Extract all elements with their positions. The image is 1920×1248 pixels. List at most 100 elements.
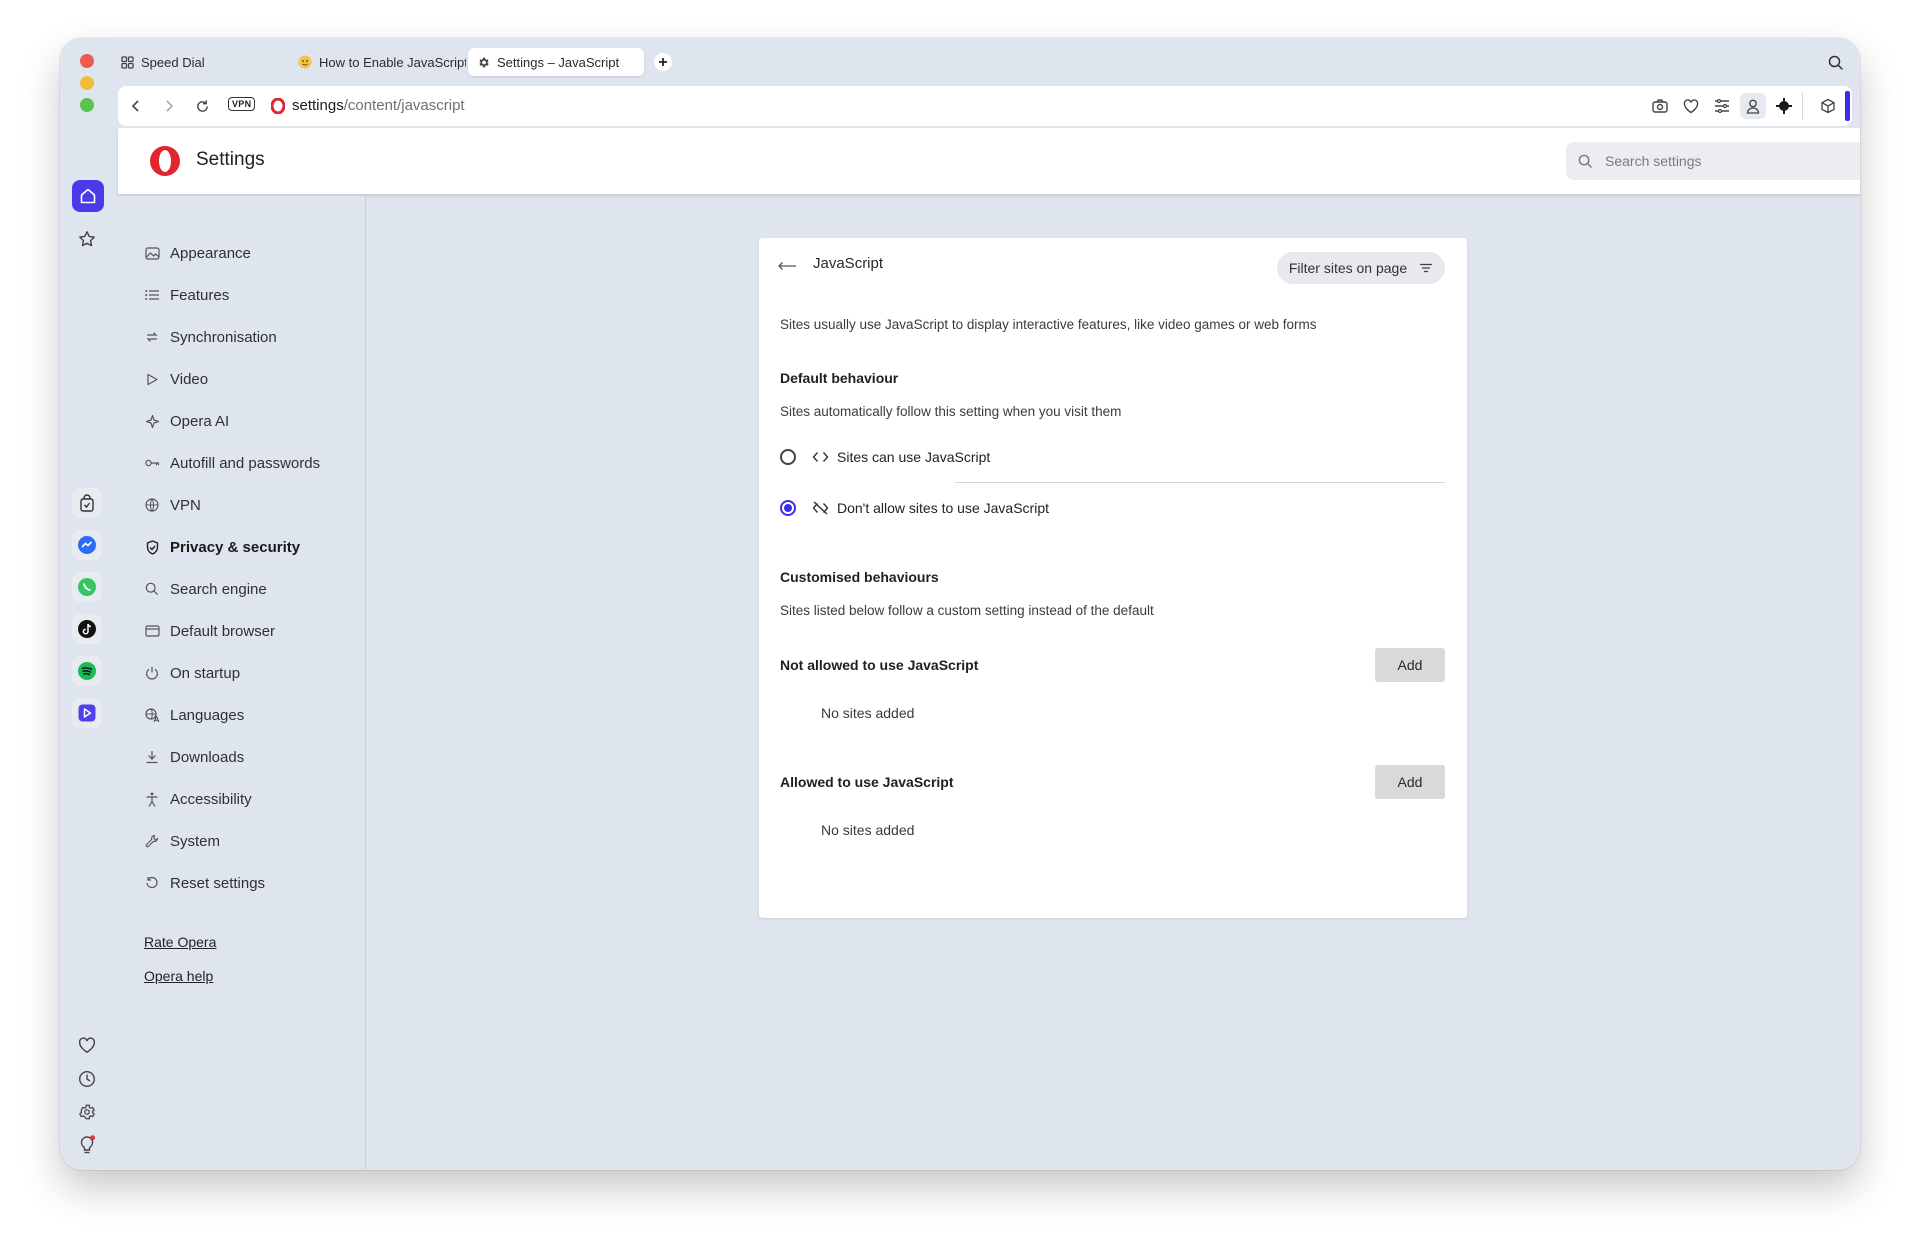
nav-item-label: Autofill and passwords [170,454,321,472]
nav-item-autofill[interactable]: Autofill and passwords [144,452,320,474]
more-dots-icon[interactable] [72,1164,102,1170]
forward-button[interactable] [159,96,179,116]
nav-item-downloads[interactable]: Downloads [144,746,244,768]
spotify-icon[interactable] [72,656,102,686]
javascript-settings-card: JavaScript Filter sites on page Sites us… [759,238,1467,918]
close-window-button[interactable] [80,54,94,68]
nav-item-reset-settings[interactable]: Reset settings [144,872,265,894]
nav-item-default-browser[interactable]: Default browser [144,620,275,642]
nav-item-features[interactable]: Features [144,284,229,306]
tiktok-icon[interactable] [72,614,102,644]
add-blocked-site-button[interactable]: Add [1375,648,1445,682]
app-sidebar [60,128,112,1170]
easy-setup-icon[interactable] [1712,96,1732,116]
translate-icon [144,707,160,723]
nav-item-system[interactable]: System [144,830,220,852]
tab-search-icon[interactable] [1828,55,1844,76]
messenger-icon[interactable] [72,530,102,560]
heart-icon[interactable] [1681,96,1701,116]
shopping-bag-icon[interactable] [72,488,102,518]
nav-item-label: Synchronisation [170,328,277,346]
star-icon[interactable] [72,224,102,254]
whatsapp-icon[interactable] [72,572,102,602]
tab-how-to-enable-javascript[interactable]: How to Enable JavaScript [290,48,466,76]
rate-opera-link[interactable]: Rate Opera [144,934,216,950]
nav-item-label: Downloads [170,748,245,766]
nav-item-privacy-security[interactable]: Privacy & security [144,536,300,558]
account-icon[interactable] [1740,93,1766,119]
url-field[interactable]: settings/content/javascript [292,97,465,114]
nav-item-search-engine[interactable]: Search engine [144,578,267,600]
filter-sites-button[interactable]: Filter sites on page [1277,252,1445,284]
code-icon [811,449,829,465]
allowed-empty: No sites added [821,822,915,838]
radio-allow[interactable] [780,449,796,465]
settings-gear-icon[interactable] [72,1097,102,1127]
allowed-title: Allowed to use JavaScript [780,774,954,790]
reset-icon [144,875,160,891]
radio-block[interactable] [780,500,796,516]
not-allowed-empty: No sites added [821,705,915,721]
vpn-badge[interactable]: VPN [228,97,256,111]
default-behaviour-desc: Sites automatically follow this setting … [780,404,1122,419]
card-title: JavaScript [813,255,884,272]
favorites-heart-icon[interactable] [72,1030,102,1060]
nav-item-accessibility[interactable]: Accessibility [144,788,252,810]
not-allowed-title: Not allowed to use JavaScript [780,657,979,673]
wrench-icon [144,833,160,849]
toolbar-divider [1802,92,1803,120]
tab-settings-javascript[interactable]: Settings – JavaScript [468,48,644,76]
sparkle-icon [144,413,160,429]
extension-icon[interactable] [1774,96,1794,116]
opera-logo-icon [148,144,182,183]
zoom-window-button[interactable] [80,98,94,112]
intro-text: Sites usually use JavaScript to display … [780,317,1317,332]
nav-item-label: Opera AI [170,412,230,430]
nav-item-label: On startup [170,664,241,682]
gear-icon [476,55,490,69]
nav-item-vpn[interactable]: VPN [144,494,201,516]
reload-button[interactable] [192,96,212,116]
nav-item-on-startup[interactable]: On startup [144,662,240,684]
nav-item-label: Privacy & security [170,538,301,556]
settings-header: Settings Search settings [118,128,1860,194]
option-allow-javascript[interactable]: Sites can use JavaScript [780,449,990,465]
nav-item-languages[interactable]: Languages [144,704,244,726]
back-button[interactable] [126,96,146,116]
nav-item-label: Video [170,370,209,388]
option-label: Don't allow sites to use JavaScript [837,500,1049,516]
customised-heading: Customised behaviours [780,569,939,585]
opera-site-icon[interactable] [268,96,288,116]
camera-icon[interactable] [1650,96,1670,116]
back-arrow-icon[interactable] [777,258,797,276]
nav-item-synchronisation[interactable]: Synchronisation [144,326,277,348]
nav-item-label: Default browser [170,622,276,640]
nav-item-label: Reset settings [170,874,266,892]
home-icon[interactable] [72,180,104,212]
page-title: Settings [196,149,265,170]
player-icon[interactable] [72,698,102,728]
option-block-javascript[interactable]: Don't allow sites to use JavaScript [780,500,1049,516]
nav-item-opera-ai[interactable]: Opera AI [144,410,229,432]
emoji-favicon-icon [298,55,312,69]
minimize-window-button[interactable] [80,76,94,90]
tips-lightbulb-icon[interactable] [72,1130,102,1160]
new-tab-button[interactable] [654,53,672,71]
tab-speed-dial[interactable]: Speed Dial [112,48,272,76]
nav-item-video[interactable]: Video [144,368,208,390]
option-label: Sites can use JavaScript [837,449,991,465]
search-settings-input[interactable]: Search settings [1566,142,1860,180]
cube-icon[interactable] [1818,96,1838,116]
history-clock-icon[interactable] [72,1064,102,1094]
list-icon [144,287,160,303]
nav-item-label: VPN [170,496,201,514]
url-host: settings [292,97,344,114]
add-allowed-site-button[interactable]: Add [1375,765,1445,799]
grid-icon [120,55,134,69]
opera-help-link[interactable]: Opera help [144,968,213,984]
shield-check-icon [144,539,160,555]
customised-desc: Sites listed below follow a custom setti… [780,603,1154,618]
power-icon [144,665,160,681]
nav-item-label: Search engine [170,580,267,598]
nav-item-appearance[interactable]: Appearance [144,242,251,264]
